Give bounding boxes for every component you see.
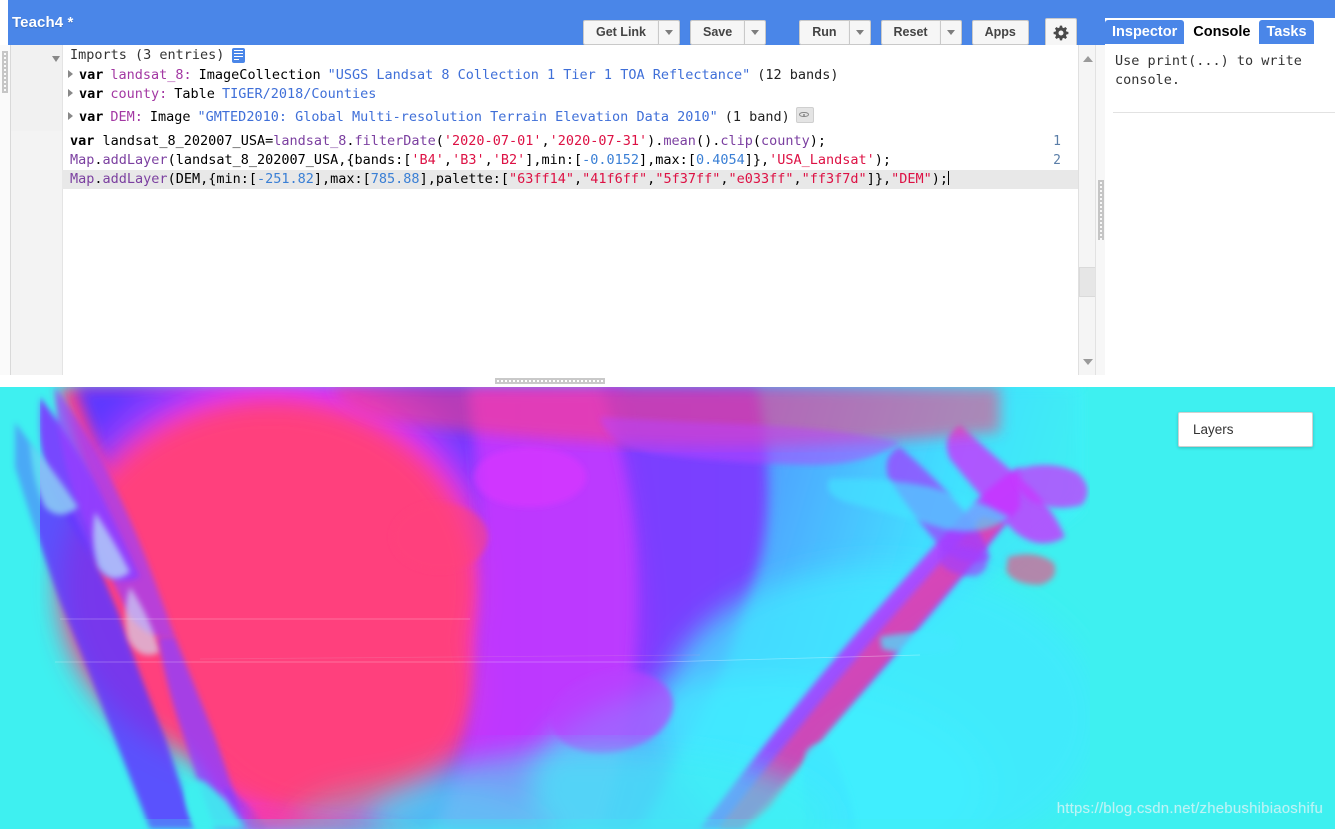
text-cursor — [947, 171, 949, 185]
drag-grip-icon — [2, 51, 8, 93]
expand-arrow-icon[interactable] — [68, 70, 73, 78]
save-group: Save — [690, 20, 767, 45]
editor-gutter — [8, 131, 63, 375]
top-toolbar: Teach4 * Get Link Save Run Reset Apps — [0, 0, 1105, 47]
import-var-name: landsat_8: — [110, 67, 192, 83]
chevron-down-icon — [751, 30, 760, 35]
tab-console[interactable]: Console — [1186, 20, 1258, 44]
expand-arrow-icon[interactable] — [68, 112, 73, 120]
drag-grip-icon — [1098, 180, 1104, 240]
import-suffix: (12 bands) — [757, 67, 839, 83]
settings-button[interactable] — [1044, 18, 1077, 47]
eye-visibility-icon[interactable] — [795, 107, 814, 123]
apps-button[interactable]: Apps — [971, 20, 1029, 45]
imports-header-label: Imports (3 entries) — [70, 47, 225, 63]
reset-dropdown[interactable] — [939, 20, 962, 45]
code-line-1[interactable]: var landsat_8_202007_USA=landsat_8.filte… — [62, 132, 1078, 151]
save-button[interactable]: Save — [690, 20, 745, 45]
dem-map-render — [0, 387, 1335, 829]
save-dropdown[interactable] — [744, 20, 767, 45]
console-divider — [1113, 112, 1335, 113]
reset-button[interactable]: Reset — [880, 20, 940, 45]
toolbar-left-spacer — [0, 0, 8, 45]
run-group: Run — [799, 20, 871, 45]
run-dropdown[interactable] — [848, 20, 871, 45]
triangle-down-icon — [1082, 358, 1093, 365]
scroll-up-button[interactable] — [1079, 50, 1096, 67]
import-suffix: (1 band) — [724, 109, 790, 125]
map-viewport[interactable]: Layers https://blog.csdn.net/zhebushibia… — [0, 387, 1335, 829]
right-panel-tabs: Inspector Console Tasks — [1105, 18, 1316, 44]
page-title: Teach4 * — [12, 14, 74, 31]
layers-control[interactable]: Layers — [1178, 412, 1313, 447]
scrollbar-thumb[interactable] — [1079, 267, 1096, 297]
get-link-group: Get Link — [583, 20, 681, 45]
import-value: TIGER/2018/Counties — [221, 86, 377, 102]
import-value: "USGS Landsat 8 Collection 1 Tier 1 TOA … — [327, 67, 751, 83]
expand-arrow-icon[interactable] — [68, 89, 73, 97]
import-var-name: county: — [110, 86, 168, 102]
code-editor[interactable]: 1 2 3 var landsat_8_202007_USA=landsat_8… — [8, 131, 1078, 375]
console-output: Use print(...) to write console. — [1115, 53, 1302, 88]
toolbar-button-group: Get Link Save Run Reset Apps — [583, 18, 1077, 47]
get-link-button[interactable]: Get Link — [583, 20, 659, 45]
imports-panel: Imports (3 entries) var landsat_8: Image… — [8, 45, 1078, 132]
reset-group: Reset — [880, 20, 962, 45]
chevron-down-icon — [855, 30, 864, 35]
triangle-down-icon — [52, 56, 60, 62]
import-keyword: var — [79, 109, 104, 125]
earth-engine-code-editor: Teach4 * Get Link Save Run Reset Apps Im… — [0, 0, 1335, 829]
code-line-2[interactable]: Map.addLayer(landsat_8_202007_USA,{bands… — [62, 151, 1078, 170]
gear-icon — [1053, 25, 1069, 40]
left-panel-splitter[interactable] — [0, 45, 11, 375]
drag-grip-icon — [495, 378, 605, 384]
import-entry-dem[interactable]: var DEM: Image "GMTED2010: Global Multi-… — [68, 105, 814, 125]
layers-label: Layers — [1193, 422, 1234, 437]
scroll-down-button[interactable] — [1079, 353, 1096, 370]
get-link-dropdown[interactable] — [658, 20, 681, 45]
import-entry-county[interactable]: var county: Table TIGER/2018/Counties — [68, 86, 376, 102]
import-type: Image — [149, 109, 191, 125]
import-type: Table — [174, 86, 215, 102]
triangle-up-icon — [1082, 55, 1093, 62]
imports-header: Imports (3 entries) — [70, 47, 246, 63]
import-keyword: var — [79, 67, 104, 83]
right-panel: Inspector Console Tasks Use print(...) t… — [1105, 0, 1335, 387]
imports-collapse-toggle[interactable] — [52, 51, 64, 65]
chevron-down-icon — [946, 30, 955, 35]
watermark-url: https://blog.csdn.net/zhebushibiaoshifu — [1056, 800, 1323, 817]
import-type: ImageCollection — [198, 67, 321, 83]
tab-inspector[interactable]: Inspector — [1105, 20, 1185, 44]
right-panel-top-fill — [1105, 0, 1335, 18]
code-line-3[interactable]: Map.addLayer(DEM,{min:[-251.82],max:[785… — [62, 170, 1078, 189]
import-value: "GMTED2010: Global Multi-resolution Terr… — [197, 109, 718, 125]
chevron-down-icon — [665, 30, 674, 35]
tab-tasks[interactable]: Tasks — [1259, 20, 1314, 44]
script-doc-icon[interactable] — [232, 47, 246, 63]
run-button[interactable]: Run — [799, 20, 849, 45]
import-keyword: var — [79, 86, 104, 102]
import-entry-landsat-8[interactable]: var landsat_8: ImageCollection "USGS Lan… — [68, 67, 839, 83]
import-var-name: DEM: — [110, 109, 143, 125]
